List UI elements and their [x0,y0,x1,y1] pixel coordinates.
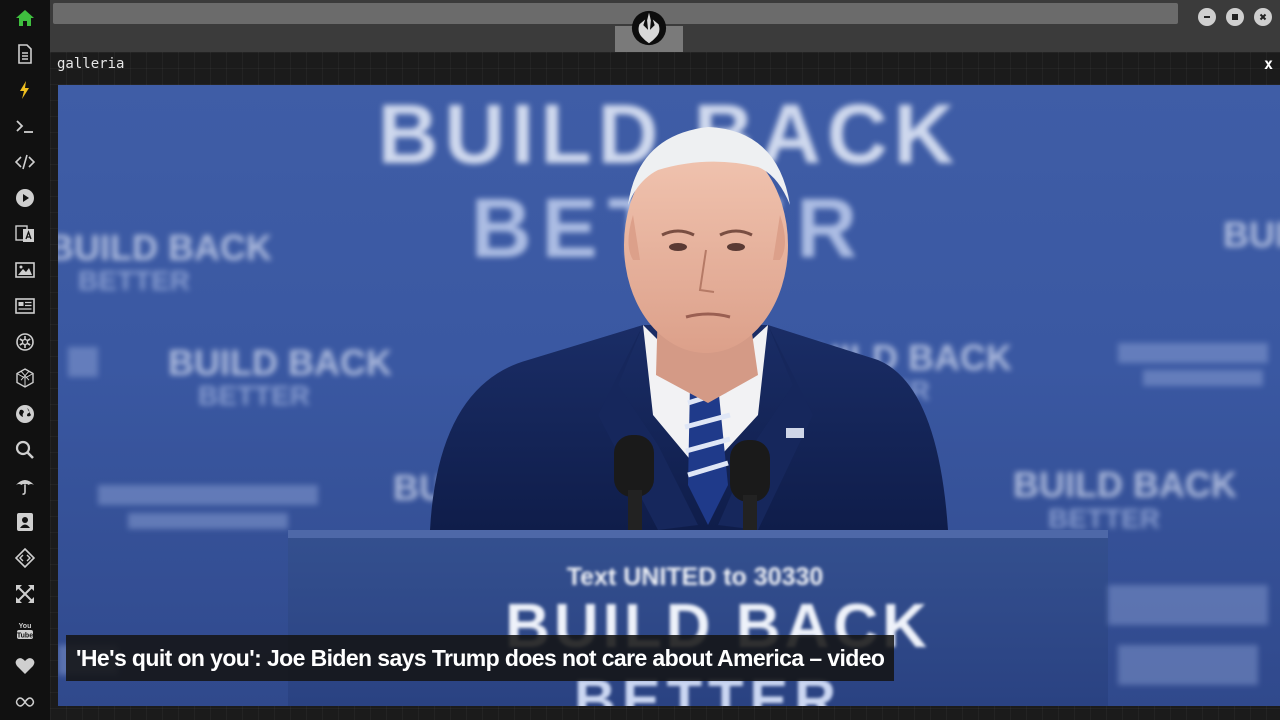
sidebar-rail: You Tube [0,0,51,720]
bg-banner-left-top-sub: BETTER [78,265,190,296]
gallery-image[interactable]: BUILD BACK BETTER BUILD BACK BETTER BUIL… [58,85,1280,706]
contacts-icon[interactable] [13,510,37,534]
image-icon[interactable] [13,258,37,282]
globe-icon[interactable] [13,402,37,426]
terminal-icon[interactable] [13,114,37,138]
close-window-button[interactable] [1254,8,1272,26]
news-icon[interactable] [13,294,37,318]
home-icon[interactable] [13,6,37,30]
diamond-code-icon[interactable] [13,546,37,570]
play-icon[interactable] [13,186,37,210]
minimize-button[interactable] [1198,8,1216,26]
bg-banner-right-top: BUILD BACK [1223,214,1280,255]
top-bar [50,0,1280,52]
image-caption: 'He's quit on you': Joe Biden says Trump… [76,644,885,671]
document-icon[interactable] [13,42,37,66]
caption-box: 'He's quit on you': Joe Biden says Trump… [66,635,895,681]
youtube-icon[interactable]: You Tube [13,618,37,642]
bg-banner-left-top: BUILD BACK [58,227,272,268]
svg-text:You: You [19,623,32,630]
panel-close-button[interactable]: x [1264,55,1273,73]
infinity-icon[interactable] [13,690,37,714]
heart-icon[interactable] [13,654,37,678]
cube-icon[interactable] [13,366,37,390]
code-icon[interactable] [13,150,37,174]
expand-icon[interactable] [13,582,37,606]
rebel-alliance-logo-icon[interactable] [629,8,669,48]
svg-text:Tube: Tube [17,632,33,639]
search-icon[interactable] [13,438,37,462]
settings-icon[interactable] [13,330,37,354]
news-photo: BUILD BACK BETTER BUILD BACK BETTER BUIL… [58,87,1280,706]
translate-icon[interactable] [13,222,37,246]
bg-banner-right-low-sub: BETTER [1048,503,1160,534]
bg-banner-right-low: BUILD BACK [1013,464,1237,505]
panel-title: galleria [57,56,125,72]
bg-banner-mid-left: BUILD BACK [168,342,392,383]
podium-text: Text UNITED to 30330 [567,563,824,591]
maximize-button[interactable] [1226,8,1244,26]
address-bar[interactable] [53,3,1178,24]
bg-banner-mid-left-sub: BETTER [198,380,310,411]
gallery-panel: galleria x BUILD BACK BETTER [50,52,1280,720]
lightning-icon[interactable] [13,78,37,102]
umbrella-icon[interactable] [13,474,37,498]
